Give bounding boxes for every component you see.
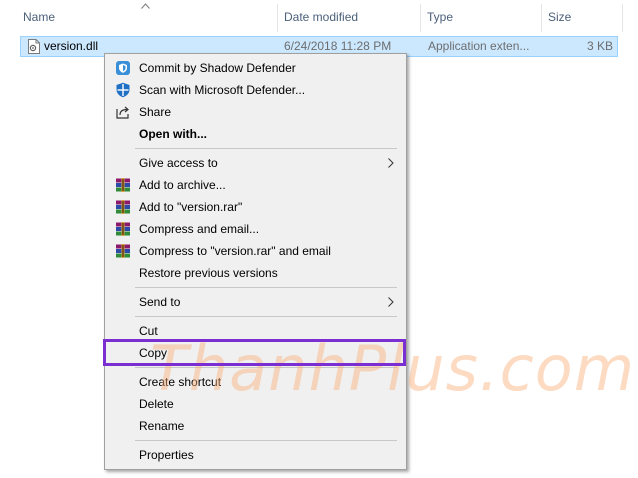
menu-item-label: Scan with Microsoft Defender... <box>139 83 306 97</box>
menu-item-give-access-to[interactable]: Give access to <box>107 152 404 174</box>
menu-item-label: Add to "version.rar" <box>139 200 243 214</box>
chevron-right-icon <box>388 297 394 307</box>
menu-item-share[interactable]: Share <box>107 101 404 123</box>
menu-item-rename[interactable]: Rename <box>107 415 404 437</box>
file-name[interactable]: version.dll <box>44 37 98 56</box>
share-icon <box>116 106 129 119</box>
menu-item-send-to[interactable]: Send to <box>107 291 404 313</box>
menu-item-properties[interactable]: Properties <box>107 444 404 466</box>
column-header-date-modified[interactable]: Date modified <box>278 0 420 33</box>
file-size: 3 KB <box>586 39 613 53</box>
menu-item-commit-shadow-defender[interactable]: Commit by Shadow Defender <box>107 57 404 79</box>
file-type: Application exten... <box>428 39 530 53</box>
menu-item-label: Give access to <box>139 156 218 170</box>
menu-item-label: Share <box>139 105 172 119</box>
column-header-bar: Name Date modified Type Size <box>0 0 638 33</box>
menu-item-label: Rename <box>139 419 185 433</box>
menu-item-compress-to-rar-and-email[interactable]: Compress to "version.rar" and email <box>107 240 404 262</box>
menu-item-open-with[interactable]: Open with... <box>107 123 404 145</box>
column-header-size[interactable]: Size <box>542 0 622 33</box>
menu-item-label: Compress and email... <box>139 222 260 236</box>
menu-item-label: Commit by Shadow Defender <box>139 61 296 75</box>
context-menu: Commit by Shadow Defender Scan with Micr… <box>104 53 407 470</box>
shadow-defender-icon <box>116 61 130 75</box>
dll-file-icon <box>28 39 40 54</box>
column-header-type[interactable]: Type <box>421 0 541 33</box>
menu-item-label: Send to <box>139 295 181 309</box>
menu-item-label: Add to archive... <box>139 178 226 192</box>
copy-highlight-box <box>103 339 406 366</box>
winrar-icon <box>116 200 130 214</box>
menu-item-label: Compress to "version.rar" and email <box>139 244 331 258</box>
winrar-icon <box>116 178 130 192</box>
menu-item-scan-microsoft-defender[interactable]: Scan with Microsoft Defender... <box>107 79 404 101</box>
defender-shield-icon <box>116 82 130 98</box>
menu-item-label: Properties <box>139 448 194 462</box>
menu-separator <box>135 148 397 149</box>
menu-separator <box>135 316 397 317</box>
column-header-name[interactable]: Name <box>17 0 277 33</box>
menu-separator <box>135 440 397 441</box>
menu-item-add-to-archive[interactable]: Add to archive... <box>107 174 404 196</box>
winrar-icon <box>116 222 130 236</box>
menu-item-compress-and-email[interactable]: Compress and email... <box>107 218 404 240</box>
menu-separator <box>135 287 397 288</box>
chevron-right-icon <box>388 158 394 168</box>
column-divider[interactable] <box>622 4 623 32</box>
winrar-icon <box>116 244 130 258</box>
menu-item-add-to-version-rar[interactable]: Add to "version.rar" <box>107 196 404 218</box>
menu-item-restore-previous-versions[interactable]: Restore previous versions <box>107 262 404 284</box>
menu-item-label: Open with... <box>139 127 207 141</box>
menu-item-label: Restore previous versions <box>139 266 278 280</box>
